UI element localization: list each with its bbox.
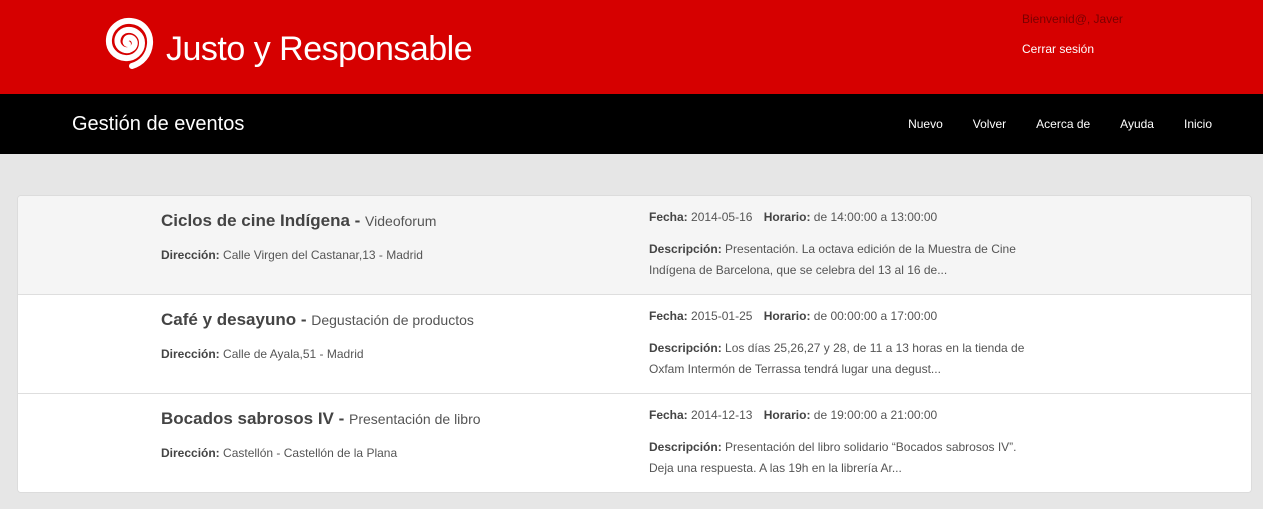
title-separator: - [349,211,366,230]
event-datetime: Fecha: 2014-05-16 Horario: de 14:00:00 a… [649,210,937,224]
address-label: Dirección: [161,446,220,460]
welcome-text: Bienvenid@, Javer [1022,12,1123,26]
date-value: 2014-12-13 [691,408,753,422]
event-row[interactable]: Café y desayuno - Degustación de product… [18,295,1251,394]
nav-link-inicio[interactable]: Inicio [1184,116,1212,132]
event-category: Degustación de productos [311,312,474,328]
page-title: Gestión de eventos [72,113,245,135]
event-name: Ciclos de cine Indígena [161,211,350,230]
schedule-label: Horario: [763,309,811,323]
address-label: Dirección: [161,347,220,361]
event-address: Dirección: Calle Virgen del Castanar,13 … [161,248,423,262]
event-name: Bocados sabrosos IV [161,409,334,428]
event-category: Videoforum [365,213,437,229]
title-separator: - [296,310,312,329]
navbar: Gestión de eventos Nuevo Volver Acerca d… [0,94,1263,154]
schedule-value: de 14:00:00 a 13:00:00 [813,210,938,224]
schedule-label: Horario: [763,408,811,422]
description-label: Descripción: [649,341,722,355]
address-value: Castellón - Castellón de la Plana [223,446,398,460]
nav-link-ayuda[interactable]: Ayuda [1120,116,1154,132]
address-value: Calle de Ayala,51 - Madrid [223,347,364,361]
event-row[interactable]: Bocados sabrosos IV - Presentación de li… [18,394,1251,492]
event-title[interactable]: Café y desayuno - Degustación de product… [161,309,474,332]
description-label: Descripción: [649,242,722,256]
description-label: Descripción: [649,440,722,454]
schedule-value: de 00:00:00 a 17:00:00 [813,309,938,323]
brand-title[interactable]: Justo y Responsable [166,29,473,69]
nav-link-nuevo[interactable]: Nuevo [908,116,943,132]
date-label: Fecha: [649,408,688,422]
spiral-logo-icon[interactable] [96,10,160,74]
nav-link-volver[interactable]: Volver [973,116,1006,132]
event-category: Presentación de libro [349,411,481,427]
schedule-value: de 19:00:00 a 21:00:00 [813,408,938,422]
events-list: Ciclos de cine Indígena - Videoforum Dir… [17,195,1252,493]
schedule-label: Horario: [763,210,811,224]
event-description: Descripción: Los días 25,26,27 y 28, de … [649,338,1029,380]
date-label: Fecha: [649,309,688,323]
date-value: 2015-01-25 [691,309,753,323]
title-separator: - [333,409,349,428]
date-label: Fecha: [649,210,688,224]
event-title[interactable]: Bocados sabrosos IV - Presentación de li… [161,408,481,431]
event-description: Descripción: Presentación. La octava edi… [649,239,1029,281]
nav-link-acerca-de[interactable]: Acerca de [1036,116,1090,132]
header-bar: Justo y Responsable Bienvenid@, Javer Ce… [0,0,1263,94]
event-datetime: Fecha: 2015-01-25 Horario: de 00:00:00 a… [649,309,937,323]
event-address: Dirección: Calle de Ayala,51 - Madrid [161,347,364,361]
event-datetime: Fecha: 2014-12-13 Horario: de 19:00:00 a… [649,408,937,422]
event-row[interactable]: Ciclos de cine Indígena - Videoforum Dir… [18,196,1251,295]
address-label: Dirección: [161,248,220,262]
event-title[interactable]: Ciclos de cine Indígena - Videoforum [161,210,436,233]
event-address: Dirección: Castellón - Castellón de la P… [161,446,397,460]
nav-links: Nuevo Volver Acerca de Ayuda Inicio [878,116,1212,132]
logout-link[interactable]: Cerrar sesión [1022,42,1094,56]
event-name: Café y desayuno [161,310,297,329]
date-value: 2014-05-16 [691,210,753,224]
address-value: Calle Virgen del Castanar,13 - Madrid [223,248,423,262]
event-description: Descripción: Presentación del libro soli… [649,437,1029,479]
